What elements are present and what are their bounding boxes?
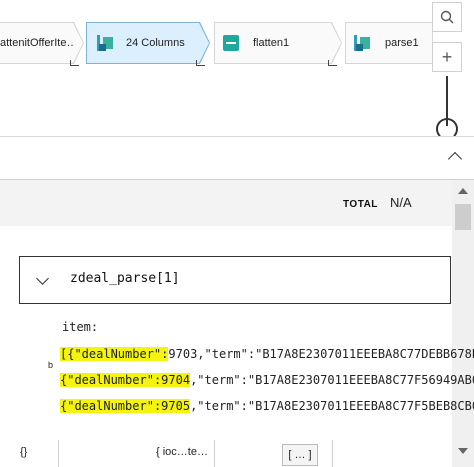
flatten-icon (223, 35, 239, 51)
json-rest: ,"term":"B17A8E2307011EEEBA8C77F5BEB8CB0… (190, 399, 474, 413)
node-label: attenitOfferIte… (0, 37, 74, 49)
pipeline-node-flatten1[interactable]: flatten1 (214, 22, 332, 64)
total-label: TOTAL (343, 199, 378, 210)
pipeline-node-parse1[interactable]: parse1 (345, 22, 433, 64)
node-label: flatten1 (253, 37, 290, 49)
json-line: {"dealNumber":9705,"term":"B17A8E2307011… (60, 399, 474, 413)
column-divider (332, 440, 333, 467)
node-label: 24 Columns (126, 37, 185, 49)
expand-array-button[interactable]: [ … ] (282, 444, 318, 466)
node-output-stub (328, 60, 337, 66)
table-cell: { ioc…te… (156, 446, 208, 458)
item-label: item: (62, 320, 99, 334)
node-label: parse1 (385, 37, 419, 49)
node-arrow-fill (73, 23, 83, 63)
node-arrow-fill (199, 23, 209, 63)
detail-title: zdeal_parse[1] (70, 271, 180, 286)
json-rest: ,"term":"B17A8E2307011EEEBA8C77F56949AB0… (190, 373, 474, 387)
data-flow-pipeline: attenitOfferIte… 24 Columns flatten1 par… (0, 0, 474, 140)
pipeline-node-columns[interactable]: 24 Columns (86, 22, 200, 64)
search-button[interactable] (432, 2, 462, 32)
column-divider (214, 440, 215, 467)
node-output-stub (196, 60, 205, 66)
scroll-up-arrow-icon[interactable] (458, 188, 468, 194)
select-columns-icon (97, 35, 116, 51)
json-rest: ,"term":"B17A8E2307011EEEBA8C77DEBB678B0… (197, 347, 474, 361)
pipeline-node-flatten-offer[interactable]: attenitOfferIte… (0, 22, 74, 64)
json-key: "dealNumber" (67, 373, 154, 387)
search-icon (440, 10, 454, 24)
json-key: "dealNumber" (67, 399, 154, 413)
json-bracket: [{ (60, 347, 75, 361)
json-number: 9703 (168, 347, 198, 361)
parse-icon (354, 35, 373, 51)
json-line: {"dealNumber":9704,"term":"B17A8E2307011… (60, 373, 474, 387)
table-cell: {} (20, 446, 28, 458)
table-row (0, 440, 452, 467)
json-line: [{"dealNumber":9703,"term":"B17A8E230701… (60, 347, 474, 361)
json-number: 9704 (161, 373, 191, 387)
scrollbar-thumb[interactable] (455, 204, 471, 230)
scroll-down-arrow-icon[interactable] (458, 448, 468, 454)
side-marker: b (48, 360, 54, 370)
summary-row (0, 180, 452, 226)
node-output-stub (70, 60, 79, 66)
plus-icon: + (441, 46, 453, 67)
panel-header (0, 137, 474, 179)
add-button[interactable]: + (432, 42, 462, 72)
node-arrow-fill (331, 23, 341, 63)
column-divider (58, 440, 59, 467)
json-key: "dealNumber" (74, 347, 162, 361)
json-number: 9705 (161, 399, 191, 413)
total-value: N/A (390, 195, 412, 210)
